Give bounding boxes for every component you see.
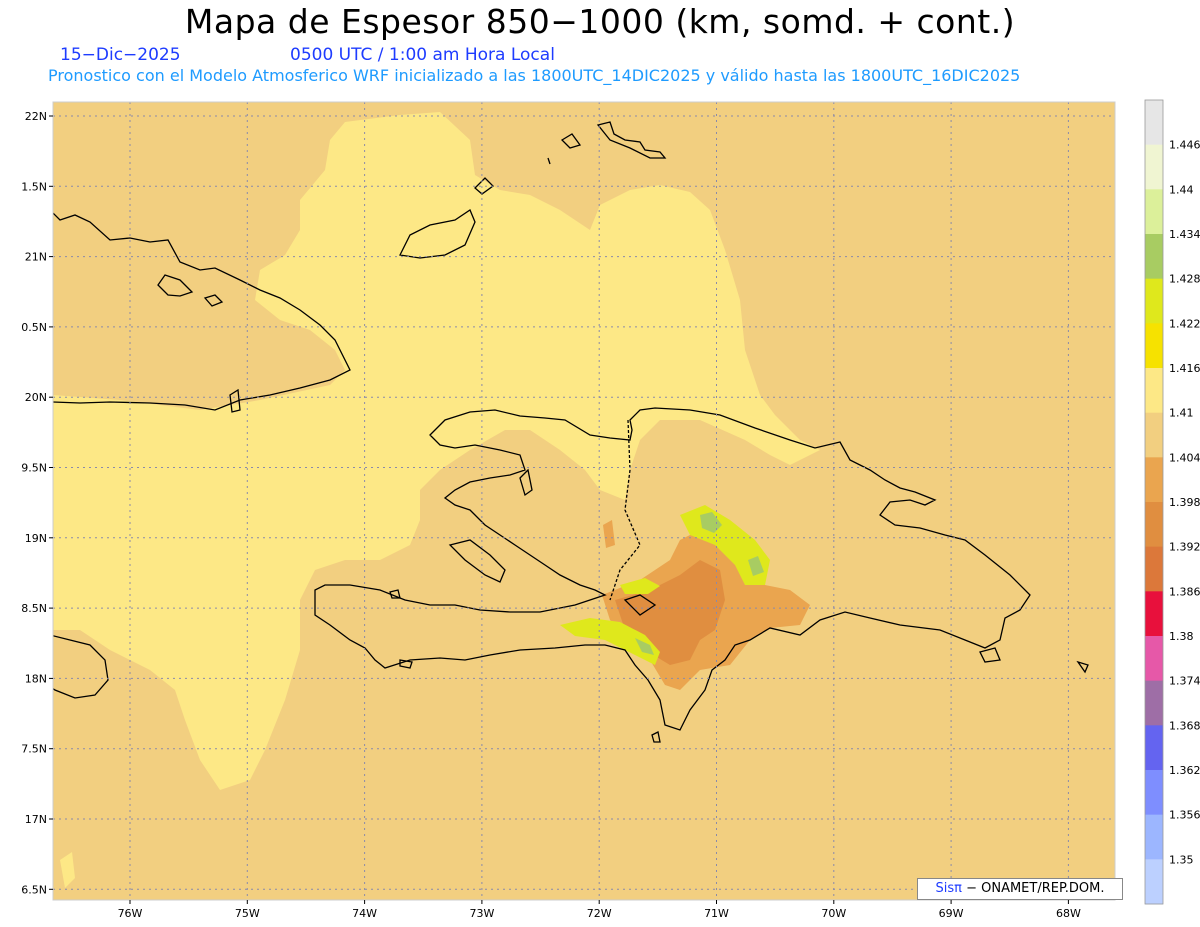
lon-label: 69W [939,907,964,920]
lat-label: 1.5N [21,180,47,193]
colorbar-segment [1145,814,1163,860]
colorbar-segment [1145,368,1163,414]
colorbar-label: 1.362 [1169,764,1200,777]
lat-label: 20N [25,391,47,404]
colorbar-label: 1.35 [1169,853,1194,866]
lat-label: 0.5N [21,321,47,334]
longitude-labels: 76W 75W 74W 73W 72W 71W 70W 69W 68W [118,900,1081,920]
colorbar-segment [1145,636,1163,682]
colorbar-segment [1145,100,1163,146]
colorbar-segment [1145,412,1163,458]
colorbar-label: 1.422 [1169,317,1200,330]
colorbar-label: 1.398 [1169,496,1200,509]
colorbar-label: 1.392 [1169,541,1200,554]
lat-label: 19N [25,532,47,545]
lon-label: 73W [469,907,494,920]
lon-label: 70W [821,907,846,920]
colorbar-label: 1.41 [1169,407,1194,420]
colorbar-label: 1.44 [1169,183,1194,196]
colorbar-segment [1145,725,1163,771]
lat-label: 17N [25,813,47,826]
colorbar-segment [1145,278,1163,324]
credit-text: − ONAMET/REP.DOM. [966,881,1105,896]
credit-box: Sisπ − ONAMET/REP.DOM. [917,878,1123,900]
colorbar-segment [1145,234,1163,280]
forecast-time: 0500 UTC / 1:00 am Hora Local [290,45,555,65]
lat-label: 21N [25,251,47,264]
lat-label: 9.5N [21,462,47,475]
lat-label: 8.5N [21,602,47,615]
colorbar-label: 1.434 [1169,228,1200,241]
colorbar-label: 1.404 [1169,451,1200,464]
lat-label: 7.5N [21,743,47,756]
colorbar-segment [1145,144,1163,190]
lon-label: 68W [1056,907,1081,920]
colorbar-segment [1145,189,1163,235]
colorbar-segment [1145,502,1163,548]
map-figure: 22N 1.5N 21N 0.5N 20N 9.5N 19N 8.5N 18N 7.5N 17N 6.… [21,99,1200,920]
lon-label: 76W [118,907,143,920]
lat-label: 18N [25,672,47,685]
colorbar-segment [1145,680,1163,726]
lon-label: 71W [704,907,729,920]
lat-label: 6.5N [21,883,47,896]
latitude-labels: 22N 1.5N 21N 0.5N 20N 9.5N 19N 8.5N 18N 7.5N 17N 6.… [21,110,53,896]
colorbar-label: 1.416 [1169,362,1200,375]
colorbar-label: 1.38 [1169,630,1194,643]
colorbar-segment [1145,859,1163,905]
colorbar-label: 1.374 [1169,675,1200,688]
forecast-date: 15−Dic−2025 [60,45,181,65]
colorbar-segment [1145,770,1163,816]
colorbar-segment [1145,591,1163,637]
lat-label: 22N [25,110,47,123]
lon-label: 74W [352,907,377,920]
colorbar-segment [1145,323,1163,369]
page-title: Mapa de Espesor 850−1000 (km, somd. + co… [184,2,1016,41]
colorbar-segment [1145,457,1163,503]
colorbar-label: 1.386 [1169,585,1200,598]
lon-label: 72W [587,907,612,920]
colorbar-label: 1.368 [1169,719,1200,732]
forecast-subtitle: Pronostico con el Modelo Atmosferico WRF… [48,66,1021,85]
colorbar-label: 1.428 [1169,273,1200,286]
credit-brand: Sisπ [935,881,962,896]
colorbar-label: 1.356 [1169,809,1200,822]
lon-label: 75W [235,907,260,920]
colorbar-label: 1.446 [1169,139,1200,152]
colorbar: 1.446 1.44 1.434 1.428 1.422 1.416 1.41 1.404 1.… [1144,99,1200,905]
colorbar-segment [1145,546,1163,592]
